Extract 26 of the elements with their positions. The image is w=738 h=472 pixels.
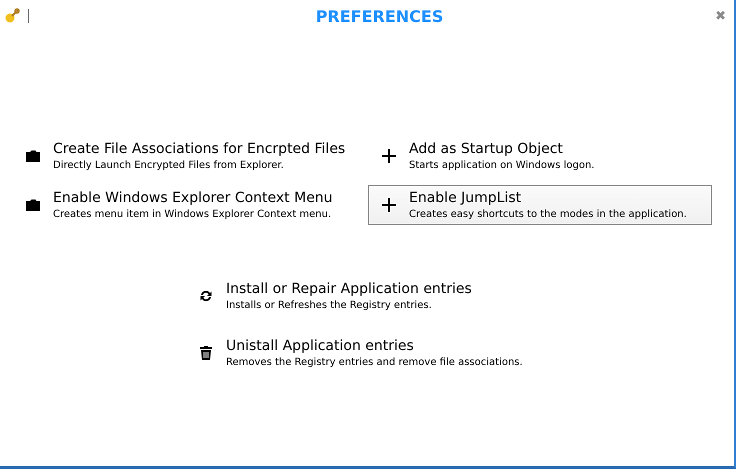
option-description: Starts application on Windows logon. bbox=[409, 159, 594, 172]
option-title: Add as Startup Object bbox=[409, 140, 564, 159]
option-description: Installs or Refreshes the Registry entries. bbox=[226, 299, 433, 312]
refresh-icon bbox=[199, 289, 213, 303]
trash-icon bbox=[200, 346, 212, 360]
option-description: Creates menu item in Windows Explorer Context menu. bbox=[53, 208, 332, 221]
option-item[interactable]: Add as Startup Object Starts application on Windows logon. bbox=[368, 136, 712, 176]
option-item[interactable]: Enable Windows Explorer Context Menu Creates menu item in Windows Explorer Context menu. bbox=[12, 185, 364, 225]
option-title: Enable Windows Explorer Context Menu bbox=[53, 189, 333, 208]
option-title: Create File Associations for Encrpted Files bbox=[53, 140, 346, 159]
option-item[interactable]: Enable JumpList Creates easy shortcuts to the modes in the application. bbox=[368, 185, 712, 225]
option-title: Unistall Application entries bbox=[226, 337, 415, 356]
window-title: PREFERENCES bbox=[314, 6, 444, 26]
folder-icon bbox=[26, 150, 40, 162]
option-title: Enable JumpList bbox=[409, 189, 522, 208]
option-title: Install or Repair Application entries bbox=[226, 280, 472, 299]
folder-icon bbox=[26, 199, 40, 211]
plus-icon bbox=[382, 198, 396, 212]
option-description: Creates easy shortcuts to the modes in the application. bbox=[409, 208, 687, 221]
option-item[interactable]: Unistall Application entries Removes the Registry entries and remove file associations. bbox=[185, 333, 585, 373]
option-item[interactable]: Install or Repair Application entries Installs or Refreshes the Registry entries. bbox=[185, 276, 585, 316]
option-description: Directly Launch Encrypted Files from Explorer. bbox=[53, 159, 285, 172]
plus-icon bbox=[382, 149, 396, 163]
option-item[interactable]: Create File Associations for Encrpted Files Directly Launch Encrypted Files from Explorer. bbox=[12, 136, 364, 176]
key-icon bbox=[4, 8, 20, 24]
option-description: Removes the Registry entries and remove file associations. bbox=[226, 356, 523, 369]
